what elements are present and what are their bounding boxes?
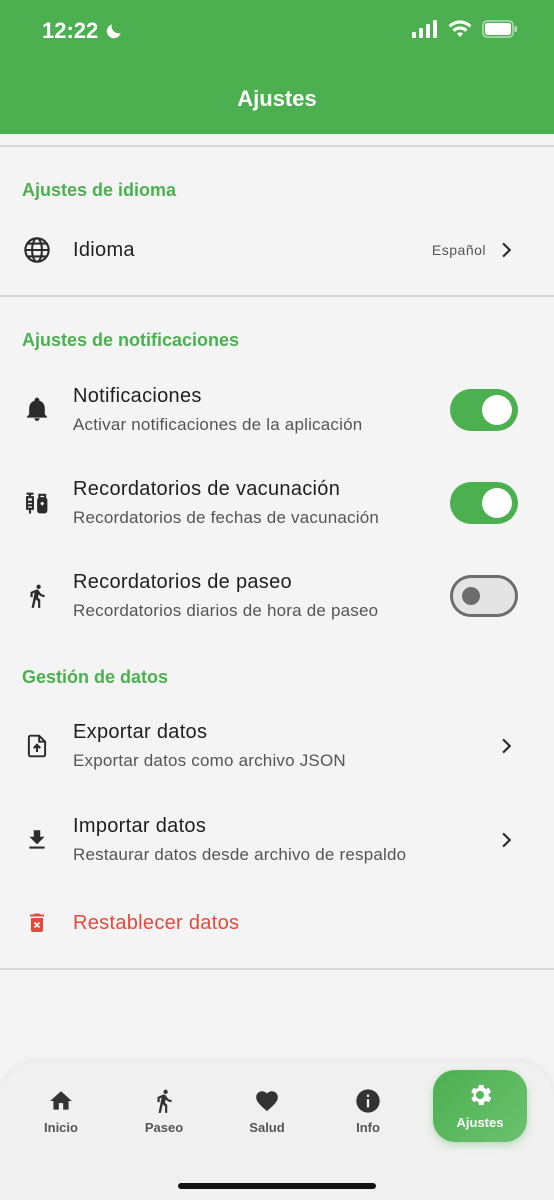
app-header: 12:22 Ajustes <box>0 0 554 134</box>
chevron-right-icon <box>502 832 512 848</box>
idioma-value: Español <box>431 242 486 258</box>
section-title-data: Gestión de datos <box>22 667 169 687</box>
notificaciones-row: Notificaciones Activar notificaciones de… <box>0 380 554 446</box>
signal-icon <box>412 20 437 38</box>
home-indicator[interactable] <box>178 1183 376 1189</box>
moon-icon <box>107 24 121 39</box>
page-title: Ajustes <box>237 86 317 111</box>
chevron-right-icon <box>502 738 512 754</box>
importar-subtitle: Restaurar datos desde archivo de respald… <box>73 845 407 864</box>
toggle-knob <box>482 395 512 425</box>
globe-icon <box>22 235 52 265</box>
exportar-subtitle: Exportar datos como archivo JSON <box>73 751 346 770</box>
chevron-right-icon <box>502 242 512 258</box>
paseo-subtitle: Recordatorios diarios de hora de paseo <box>73 601 379 620</box>
walk-icon <box>149 1086 179 1116</box>
gear-icon <box>465 1080 495 1110</box>
nav-label: Inicio <box>44 1120 78 1135</box>
info-icon <box>353 1086 383 1116</box>
bottom-navigation: Inicio Paseo Salud Info Ajustes <box>0 1062 554 1200</box>
toggle-knob <box>462 587 480 605</box>
toggle-knob <box>482 488 512 518</box>
paseo-toggle[interactable] <box>450 575 518 617</box>
bell-icon <box>22 395 52 425</box>
divider <box>0 145 554 147</box>
vacunacion-toggle[interactable] <box>450 482 518 524</box>
notificaciones-toggle[interactable] <box>450 389 518 431</box>
vacunacion-label: Recordatorios de vacunación <box>73 478 341 500</box>
nav-item-info[interactable]: Info <box>318 1082 418 1152</box>
restablecer-label: Restablecer datos <box>73 912 240 934</box>
nav-item-paseo[interactable]: Paseo <box>114 1082 214 1152</box>
divider <box>0 295 554 297</box>
delete-icon <box>22 908 52 938</box>
paseo-label: Recordatorios de paseo <box>73 571 292 593</box>
idioma-row[interactable]: Idioma Español <box>0 222 554 278</box>
vacunacion-row: Recordatorios de vacunación Recordatorio… <box>0 473 554 539</box>
exportar-label: Exportar datos <box>73 721 208 743</box>
battery-icon <box>482 20 517 38</box>
exportar-row[interactable]: Exportar datos Exportar datos como archi… <box>0 716 554 782</box>
nav-item-salud[interactable]: Salud <box>217 1082 317 1152</box>
nav-label: Ajustes <box>456 1115 504 1130</box>
download-icon <box>22 825 52 855</box>
section-title-language: Ajustes de idioma <box>22 180 177 200</box>
file-upload-icon <box>22 731 52 761</box>
nav-item-inicio[interactable]: Inicio <box>11 1082 111 1152</box>
nav-item-ajustes[interactable]: Ajustes <box>433 1070 527 1142</box>
divider <box>0 968 554 970</box>
section-title-notifications: Ajustes de notificaciones <box>22 330 240 350</box>
paseo-row: Recordatorios de paseo Recordatorios dia… <box>0 566 554 632</box>
walk-icon <box>22 581 52 611</box>
status-bar-time-group: 12:22 <box>42 18 124 44</box>
importar-label: Importar datos <box>73 815 207 837</box>
nav-label: Salud <box>249 1120 285 1135</box>
restablecer-row[interactable]: Restablecer datos <box>0 895 554 951</box>
nav-label: Info <box>356 1120 380 1135</box>
status-time: 12:22 <box>42 18 99 43</box>
notificaciones-label: Notificaciones <box>73 385 202 407</box>
idioma-label: Idioma <box>73 239 135 261</box>
importar-row[interactable]: Importar datos Restaurar datos desde arc… <box>0 810 554 876</box>
heart-icon <box>252 1086 282 1116</box>
home-icon <box>46 1086 76 1116</box>
nav-label: Paseo <box>144 1120 184 1135</box>
vaccine-icon <box>22 488 52 518</box>
wifi-icon <box>448 20 472 37</box>
notificaciones-subtitle: Activar notificaciones de la aplicación <box>73 415 363 434</box>
status-bar-icons <box>412 20 518 38</box>
vacunacion-subtitle: Recordatorios de fechas de vacunación <box>73 508 380 527</box>
